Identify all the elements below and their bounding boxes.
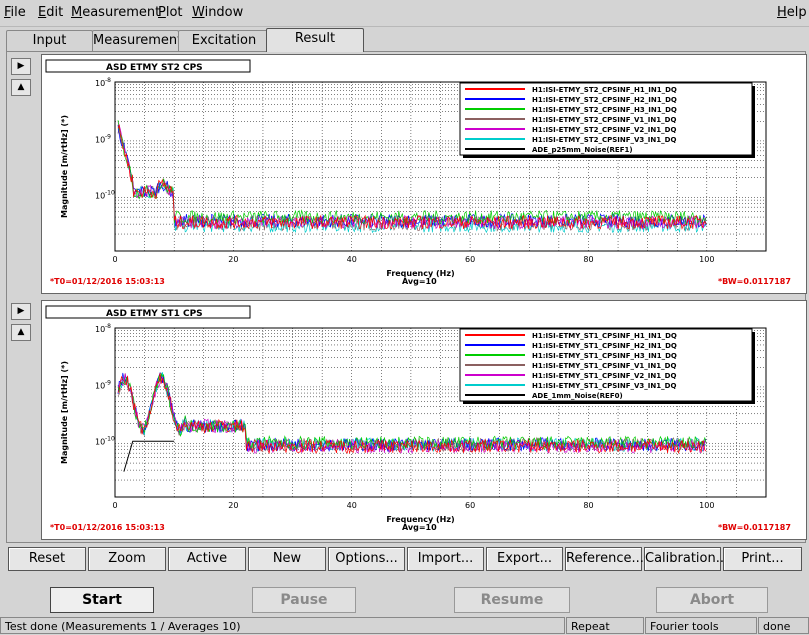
tab-measurement[interactable]: Measurement: [92, 30, 182, 51]
bw-label: *BW=0.0117187: [718, 523, 791, 532]
status-message: Test done (Measurements 1 / Averages 10): [0, 617, 565, 634]
menu-bar: File Edit Measurement Plot Window Help: [0, 0, 809, 27]
legend-entry: H1:ISI-ETMY_ST2_CPSINF_H3_IN1_DQ: [532, 106, 677, 114]
expand-arrow-icon[interactable]: ▶: [11, 58, 31, 75]
legend-entry: ADE_p25mm_Noise(REF1): [532, 146, 633, 154]
x-tick-label: 100: [699, 255, 714, 264]
tab-bar: Input Measurement Excitation Result: [0, 28, 809, 52]
avg-label: Avg=10: [402, 277, 437, 286]
y-axis-label: Magnitude [m/rtHz] (*): [60, 361, 69, 464]
x-tick-label: 80: [583, 501, 593, 510]
legend-entry: H1:ISI-ETMY_ST1_CPSINF_H3_IN1_DQ: [532, 352, 677, 360]
y-tick-label: 10: [95, 438, 105, 447]
legend-entry: H1:ISI-ETMY_ST2_CPSINF_V1_IN1_DQ: [532, 116, 676, 124]
reference-button[interactable]: Reference...: [565, 547, 644, 571]
status-tools: Fourier tools: [645, 617, 757, 634]
active-button[interactable]: Active: [168, 547, 246, 571]
status-mode: Repeat: [566, 617, 644, 634]
menu-window[interactable]: Window: [192, 5, 243, 20]
result-panel: ▶ ▲ ▶ ▲ ASD ETMY ST2 CPS 10 -8 10 -9 10 -10 0 20…: [6, 51, 807, 543]
menu-help[interactable]: Help: [777, 5, 807, 20]
reset-button[interactable]: Reset: [8, 547, 86, 571]
y-tick-label: 10: [95, 192, 105, 201]
legend-entry: H1:ISI-ETMY_ST2_CPSINF_V3_IN1_DQ: [532, 136, 676, 144]
menu-plot[interactable]: Plot: [158, 5, 183, 20]
x-tick-label: 20: [228, 255, 238, 264]
x-tick-label: 100: [699, 501, 714, 510]
action-toolbar: Reset Zoom Active New Options... Import.…: [6, 547, 804, 571]
asd-plot-st1[interactable]: ASD ETMY ST1 CPS10 -810 -910 -100 20 40 60 80 10…: [42, 301, 806, 539]
new-button[interactable]: New: [248, 547, 326, 571]
import-button[interactable]: Import...: [407, 547, 484, 571]
collapse-arrow-icon[interactable]: ▲: [11, 79, 31, 96]
y-tick-exponent: -9: [105, 379, 111, 386]
legend-entry: ADE_1mm_Noise(REF0): [532, 392, 623, 400]
print-button[interactable]: Print...: [723, 547, 802, 571]
abort-button[interactable]: Abort: [656, 587, 768, 613]
legend-entry: H1:ISI-ETMY_ST1_CPSINF_V2_IN1_DQ: [532, 372, 676, 380]
plot-pad-1[interactable]: ASD ETMY ST2 CPS 10 -8 10 -9 10 -10 0 20 40 60 80 10…: [41, 54, 807, 294]
legend-entry: H1:ISI-ETMY_ST1_CPSINF_H1_IN1_DQ: [532, 332, 677, 340]
export-button[interactable]: Export...: [486, 547, 563, 571]
x-tick-label: 60: [465, 255, 475, 264]
avg-label: Avg=10: [402, 523, 437, 532]
plot-title: ASD ETMY ST2 CPS: [106, 63, 203, 73]
legend-entry: H1:ISI-ETMY_ST1_CPSINF_H2_IN1_DQ: [532, 342, 677, 350]
legend-entry: H1:ISI-ETMY_ST1_CPSINF_V1_IN1_DQ: [532, 362, 676, 370]
t0-label: *T0=01/12/2016 15:03:13: [50, 523, 165, 532]
status-state: done: [758, 617, 809, 634]
tab-input[interactable]: Input: [6, 30, 93, 51]
x-tick-label: 40: [347, 255, 357, 264]
menu-edit[interactable]: Edit: [38, 5, 63, 20]
bw-label: *BW=0.0117187: [718, 277, 791, 286]
y-tick-exponent: -8: [105, 323, 111, 330]
x-tick-label: 20: [228, 501, 238, 510]
x-tick-label: 0: [112, 501, 117, 510]
start-button[interactable]: Start: [50, 587, 154, 613]
x-tick-label: 40: [347, 501, 357, 510]
y-axis-label: Magnitude [m/rtHz] (*): [60, 115, 69, 218]
x-tick-label: 80: [583, 255, 593, 264]
menu-file[interactable]: File: [4, 5, 26, 20]
tab-result[interactable]: Result: [266, 28, 364, 52]
y-tick-exponent: -10: [105, 190, 115, 197]
t0-label: *T0=01/12/2016 15:03:13: [50, 277, 165, 286]
collapse-arrow-icon[interactable]: ▲: [11, 324, 31, 341]
y-tick-exponent: -9: [105, 133, 111, 140]
x-tick-label: 60: [465, 501, 475, 510]
legend-entry: H1:ISI-ETMY_ST2_CPSINF_V2_IN1_DQ: [532, 126, 676, 134]
y-tick-label: 10: [95, 325, 105, 334]
legend-entry: H1:ISI-ETMY_ST2_CPSINF_H1_IN1_DQ: [532, 86, 677, 94]
options-button[interactable]: Options...: [328, 547, 405, 571]
legend-entry: H1:ISI-ETMY_ST1_CPSINF_V3_IN1_DQ: [532, 382, 676, 390]
resume-button[interactable]: Resume: [454, 587, 570, 613]
tab-excitation[interactable]: Excitation: [178, 30, 270, 51]
pause-button[interactable]: Pause: [252, 587, 356, 613]
y-tick-exponent: -10: [105, 436, 115, 443]
plot-pad-2[interactable]: ASD ETMY ST1 CPS 10 -8 10 -9 10 -10 0 20 40 60 80 10…: [41, 300, 807, 540]
menu-measurement[interactable]: Measurement: [71, 5, 160, 20]
y-tick-label: 10: [95, 135, 105, 144]
legend-entry: H1:ISI-ETMY_ST2_CPSINF_H2_IN1_DQ: [532, 96, 677, 104]
y-tick-label: 10: [95, 79, 105, 88]
y-tick-exponent: -8: [105, 77, 111, 84]
asd-plot-st2[interactable]: ASD ETMY ST2 CPS10 -810 -910 -100 20 40 60 80 10…: [42, 55, 806, 293]
y-tick-label: 10: [95, 381, 105, 390]
expand-arrow-icon[interactable]: ▶: [11, 303, 31, 320]
zoom-button[interactable]: Zoom: [88, 547, 166, 571]
calibration-button[interactable]: Calibration...: [644, 547, 728, 571]
x-tick-label: 0: [112, 255, 117, 264]
plot-title: ASD ETMY ST1 CPS: [106, 309, 203, 319]
